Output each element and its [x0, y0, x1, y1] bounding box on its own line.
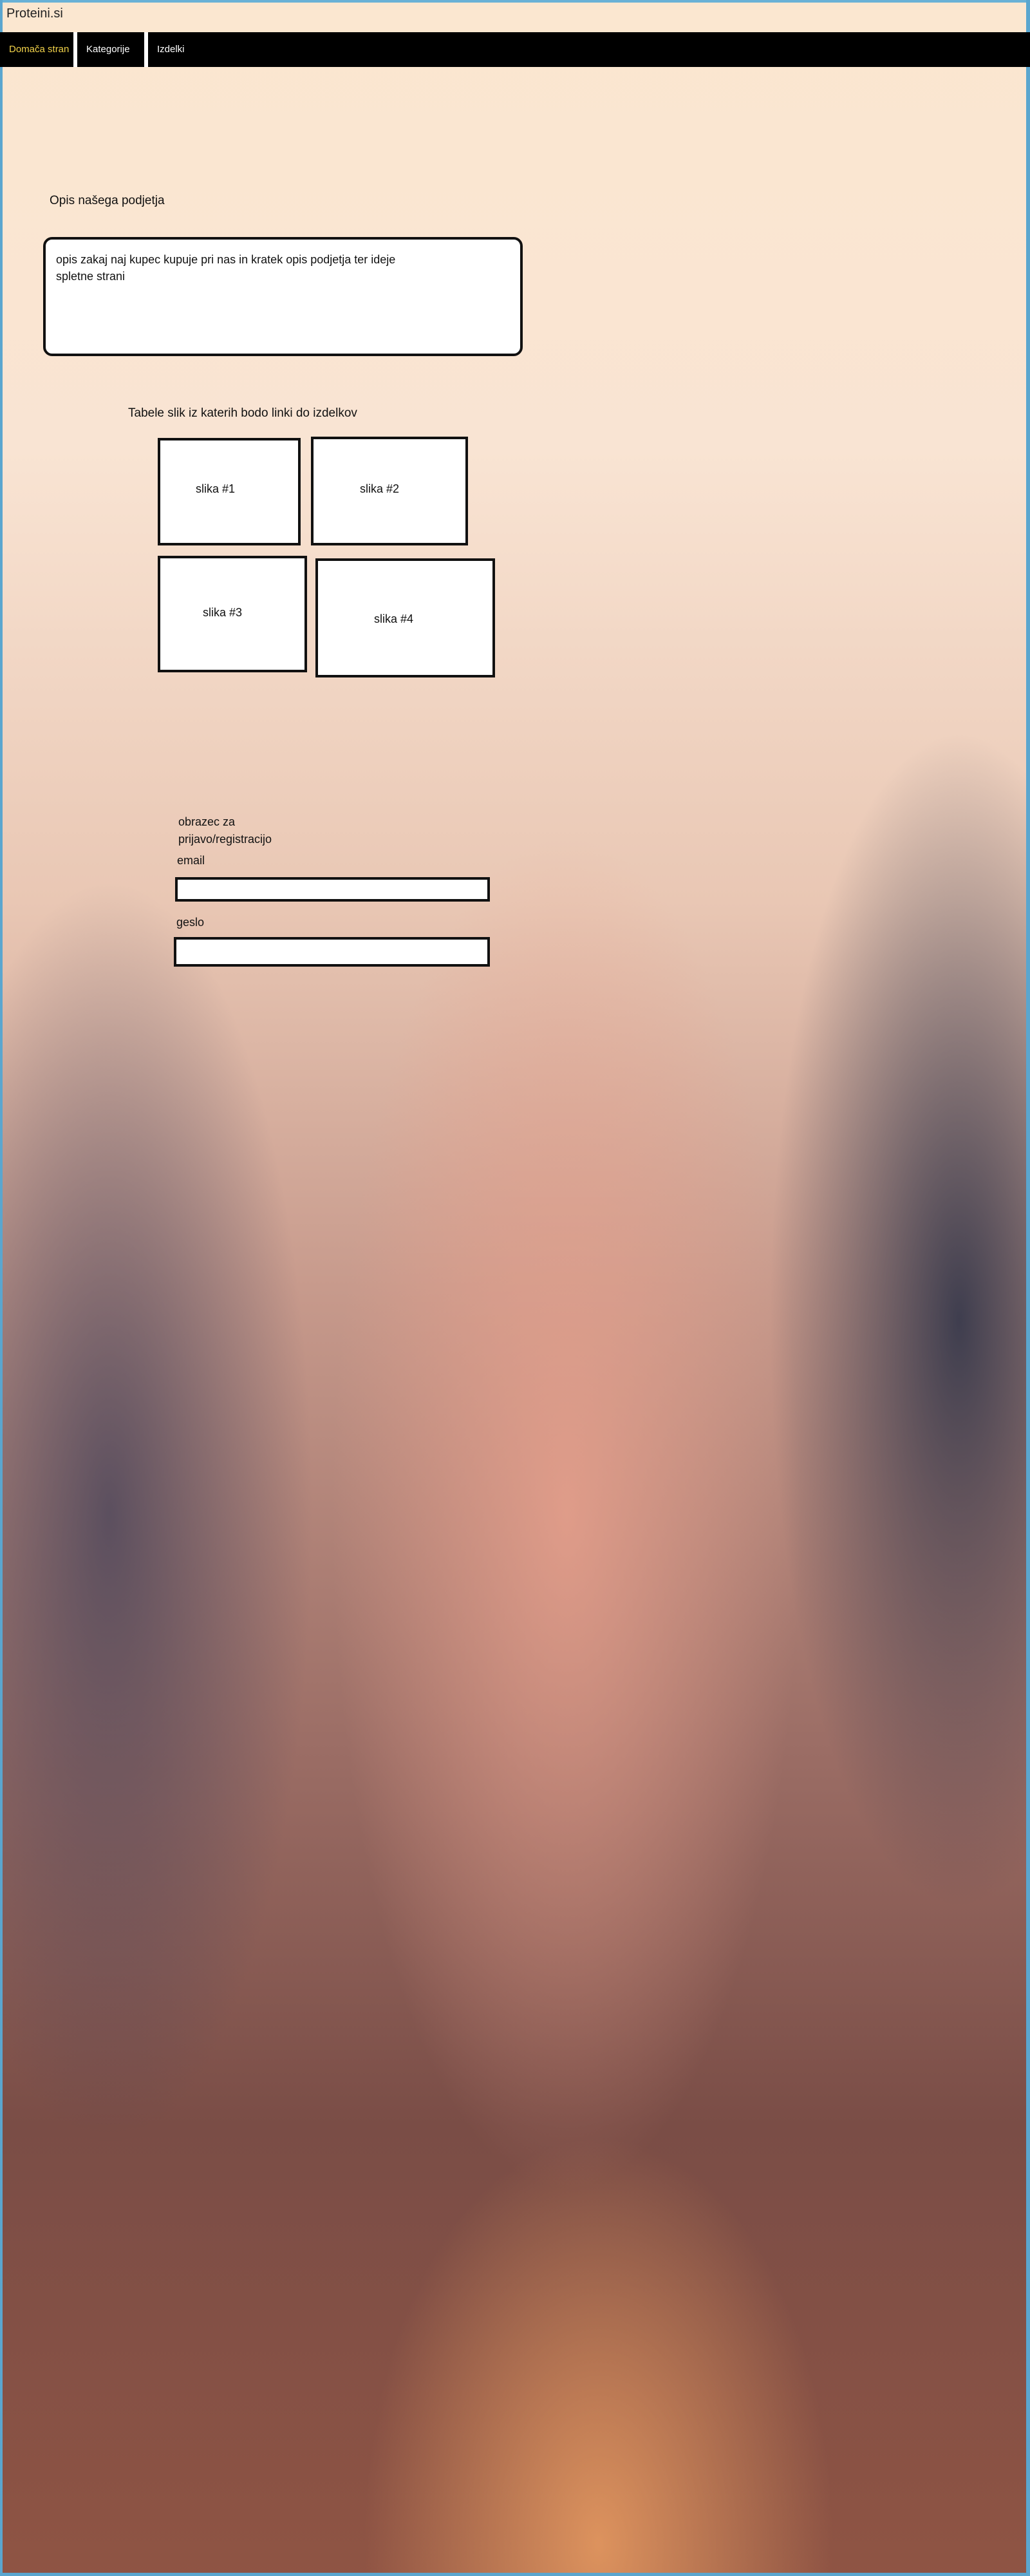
- window-frame-right: [1026, 0, 1030, 2576]
- gallery-image-1[interactable]: slika #1: [158, 438, 301, 545]
- about-box: opis zakaj naj kupec kupuje pri nas in k…: [43, 237, 523, 356]
- password-input[interactable]: [174, 937, 490, 967]
- gallery-image-4[interactable]: slika #4: [315, 558, 495, 677]
- main-navbar: Domača stran Kategorije Izdelki: [0, 32, 1030, 67]
- gallery-image-4-label: slika #4: [374, 612, 414, 625]
- gallery-image-3-label: slika #3: [203, 606, 243, 619]
- about-text: opis zakaj naj kupec kupuje pri nas in k…: [56, 253, 396, 283]
- email-label: email: [177, 854, 205, 867]
- gallery-image-3[interactable]: slika #3: [158, 556, 307, 672]
- window-frame-bottom: [0, 2573, 1030, 2576]
- nav-item-home[interactable]: Domača stran: [0, 32, 77, 67]
- window-frame-left: [0, 0, 3, 2576]
- nav-item-products[interactable]: Izdelki: [148, 32, 225, 67]
- gallery-title: Tabele slik iz katerih bodo linki do izd…: [128, 406, 357, 420]
- gallery-image-2-label: slika #2: [360, 482, 400, 495]
- about-title: Opis našega podjetja: [50, 194, 165, 207]
- password-label: geslo: [176, 916, 205, 929]
- window-frame-top: [0, 0, 1030, 3]
- nav-item-categories[interactable]: Kategorije: [77, 32, 148, 67]
- site-title: Proteini.si: [6, 6, 63, 21]
- gallery-image-1-label: slika #1: [196, 482, 236, 495]
- email-input[interactable]: [175, 877, 490, 902]
- gallery-image-2[interactable]: slika #2: [311, 437, 468, 545]
- form-title-line2: prijavo/registracijo: [178, 833, 272, 846]
- form-title-line1: obrazec za: [178, 815, 236, 828]
